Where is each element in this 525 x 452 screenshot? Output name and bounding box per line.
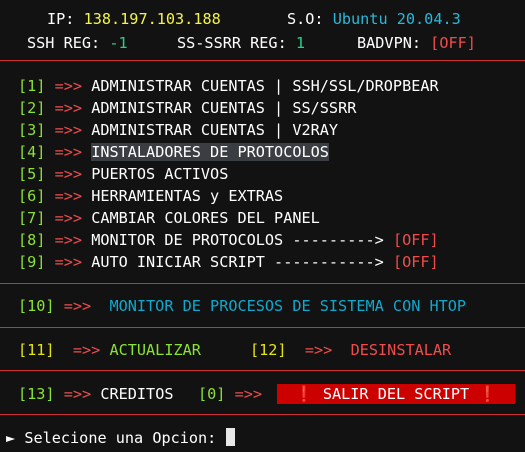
arrow: =>> bbox=[63, 385, 92, 403]
badvpn-status: BADVPN: [OFF] bbox=[357, 33, 476, 53]
prompt-marker-icon: ► bbox=[6, 429, 16, 447]
menu-item-7[interactable]: [7] =>> CAMBIAR COLORES DEL PANEL bbox=[18, 208, 320, 228]
exit-script-label: ❗ SALIR DEL SCRIPT ❗ bbox=[294, 385, 498, 403]
os-value: Ubuntu 20.04.3 bbox=[332, 10, 461, 28]
menu-item-label: CREDITOS bbox=[100, 385, 174, 403]
badvpn-value: [OFF] bbox=[430, 34, 476, 52]
menu-item-number: [12] bbox=[250, 341, 287, 359]
menu-item-number: [6] bbox=[18, 187, 46, 205]
os-info: S.O: Ubuntu 20.04.3 bbox=[287, 9, 461, 29]
menu-item-8[interactable]: [8] =>> MONITOR DE PROTOCOLOS --------->… bbox=[18, 230, 439, 250]
menu-item-number: [9] bbox=[18, 253, 46, 271]
separator bbox=[0, 327, 525, 328]
menu-item-label: ADMINISTRAR CUENTAS | SSH/SSL/DROPBEAR bbox=[91, 77, 439, 95]
menu-item-label: DESINSTALAR bbox=[350, 341, 452, 359]
arrow: =>> bbox=[54, 165, 83, 183]
header-line-1: IP: 138.197.103.188 bbox=[47, 9, 221, 29]
exit-script-button[interactable]: ❗ SALIR DEL SCRIPT ❗ bbox=[277, 384, 515, 404]
menu-item-label: CAMBIAR COLORES DEL PANEL bbox=[91, 209, 320, 227]
menu-item-9[interactable]: [9] =>> AUTO INICIAR SCRIPT ----------->… bbox=[18, 252, 439, 272]
separator bbox=[0, 414, 525, 415]
arrow: =>> bbox=[234, 385, 263, 403]
menu-item-label: INSTALADORES DE PROTOCOLOS bbox=[91, 143, 329, 161]
menu-item-number: [5] bbox=[18, 165, 46, 183]
ip-label: IP: bbox=[47, 10, 75, 28]
menu-item-4[interactable]: [4] =>> INSTALADORES DE PROTOCOLOS bbox=[18, 142, 329, 162]
input-prompt[interactable]: ► Selecione una Opcion: bbox=[6, 428, 235, 448]
arrow: =>> bbox=[54, 143, 83, 161]
arrow: =>> bbox=[63, 297, 92, 315]
separator bbox=[0, 283, 525, 284]
status-badge: [OFF] bbox=[392, 231, 439, 249]
menu-item-number: [1] bbox=[18, 77, 46, 95]
arrow: =>> bbox=[54, 187, 83, 205]
menu-item-label: MONITOR DE PROCESOS DE SISTEMA CON HTOP bbox=[109, 297, 467, 315]
menu-item-number: [11] bbox=[18, 341, 55, 359]
arrow: =>> bbox=[54, 209, 83, 227]
status-badge: [OFF] bbox=[392, 253, 439, 271]
menu-item-label: ACTUALIZAR bbox=[109, 341, 201, 359]
menu-item-number: [8] bbox=[18, 231, 46, 249]
text-cursor bbox=[225, 428, 235, 446]
prompt-label: Selecione una Opcion: bbox=[24, 429, 217, 447]
ssh-reg: SSH REG: -1 bbox=[27, 33, 128, 53]
menu-item-10[interactable]: [10] =>> MONITOR DE PROCESOS DE SISTEMA … bbox=[18, 296, 466, 316]
ssh-reg-value: -1 bbox=[109, 34, 128, 52]
menu-item-number: [0] bbox=[198, 385, 226, 403]
ssr-reg-label: SS-SSRR REG: bbox=[177, 34, 287, 52]
separator bbox=[0, 60, 525, 61]
ip-value: 138.197.103.188 bbox=[83, 10, 221, 28]
menu-item-0[interactable]: [0] =>> bbox=[198, 384, 271, 404]
arrow: =>> bbox=[54, 253, 83, 271]
arrow: =>> bbox=[304, 341, 333, 359]
arrow: =>> bbox=[54, 99, 83, 117]
menu-item-number: [13] bbox=[18, 385, 55, 403]
menu-item-2[interactable]: [2] =>> ADMINISTRAR CUENTAS | SS/SSRR bbox=[18, 98, 356, 118]
ssh-reg-label: SSH REG: bbox=[27, 34, 101, 52]
arrow: =>> bbox=[54, 121, 83, 139]
menu-item-label: PUERTOS ACTIVOS bbox=[91, 165, 229, 183]
menu-item-13[interactable]: [13] =>> CREDITOS bbox=[18, 384, 173, 404]
menu-item-label: MONITOR DE PROTOCOLOS ---------> bbox=[91, 231, 384, 249]
menu-item-label: AUTO INICIAR SCRIPT -----------> bbox=[91, 253, 384, 271]
badvpn-label: BADVPN: bbox=[357, 34, 422, 52]
menu-item-number: [4] bbox=[18, 143, 46, 161]
menu-item-5[interactable]: [5] =>> PUERTOS ACTIVOS bbox=[18, 164, 228, 184]
menu-item-11[interactable]: [11] =>> ACTUALIZAR bbox=[18, 340, 201, 360]
arrow: =>> bbox=[54, 231, 83, 249]
os-label: S.O: bbox=[287, 10, 324, 28]
menu-item-number: [7] bbox=[18, 209, 46, 227]
arrow: =>> bbox=[72, 341, 101, 359]
menu-item-number: [10] bbox=[18, 297, 55, 315]
menu-item-number: [2] bbox=[18, 99, 46, 117]
menu-item-label: ADMINISTRAR CUENTAS | SS/SSRR bbox=[91, 99, 357, 117]
menu-item-number: [3] bbox=[18, 121, 46, 139]
ssr-reg: SS-SSRR REG: 1 bbox=[177, 33, 305, 53]
menu-item-3[interactable]: [3] =>> ADMINISTRAR CUENTAS | V2RAY bbox=[18, 120, 338, 140]
arrow: =>> bbox=[54, 77, 83, 95]
menu-item-1[interactable]: [1] =>> ADMINISTRAR CUENTAS | SSH/SSL/DR… bbox=[18, 76, 439, 96]
menu-item-label: ADMINISTRAR CUENTAS | V2RAY bbox=[91, 121, 339, 139]
menu-item-12[interactable]: [12] =>> DESINSTALAR bbox=[250, 340, 451, 360]
separator bbox=[0, 370, 525, 371]
menu-item-6[interactable]: [6] =>> HERRAMIENTAS y EXTRAS bbox=[18, 186, 283, 206]
ssr-reg-value: 1 bbox=[295, 34, 306, 52]
menu-item-label: HERRAMIENTAS y EXTRAS bbox=[91, 187, 284, 205]
